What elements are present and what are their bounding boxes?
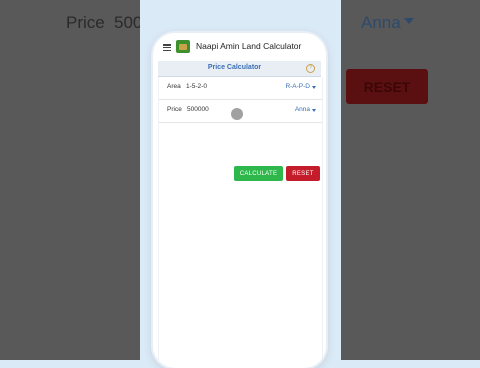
section-header: Price Calculator ? <box>158 61 321 77</box>
area-row: Area 1-5-2-0 R-A-P-D <box>159 77 322 100</box>
hamburger-menu-icon[interactable] <box>163 44 171 51</box>
touch-indicator <box>231 108 243 120</box>
help-icon[interactable]: ? <box>306 64 315 73</box>
background-caret-icon <box>404 18 414 24</box>
price-input[interactable]: 500000 <box>187 106 209 113</box>
area-input[interactable]: 1-5-2-0 <box>186 83 207 90</box>
phone-screen: Naapi Amin Land Calculator Price Calcula… <box>153 33 326 368</box>
area-unit-select[interactable]: R-A-P-D <box>285 83 310 90</box>
app-logo-icon <box>176 40 190 53</box>
price-unit-select[interactable]: Anna <box>295 106 310 113</box>
app-bar: Naapi Amin Land Calculator <box>153 33 326 60</box>
background-right-panel: Anna RESET <box>341 0 480 360</box>
background-left-panel: Price 500 <box>0 0 140 360</box>
price-unit-chevron-down-icon[interactable] <box>312 109 316 112</box>
app-title: Naapi Amin Land Calculator <box>196 41 302 51</box>
background-reset-button: RESET <box>346 69 428 104</box>
area-label: Area <box>167 83 181 90</box>
calculate-button[interactable]: CALCULATE <box>234 166 283 181</box>
background-unit-label: Anna <box>361 13 401 32</box>
section-title: Price Calculator <box>207 64 262 71</box>
background-price-label: Price <box>66 13 105 32</box>
background-price-value: 500 <box>114 13 140 32</box>
reset-button[interactable]: RESET <box>286 166 320 181</box>
area-unit-chevron-down-icon[interactable] <box>312 86 316 89</box>
price-label: Price <box>167 106 182 113</box>
calculator-form: Area 1-5-2-0 R-A-P-D Price 500000 Anna C… <box>158 77 323 367</box>
